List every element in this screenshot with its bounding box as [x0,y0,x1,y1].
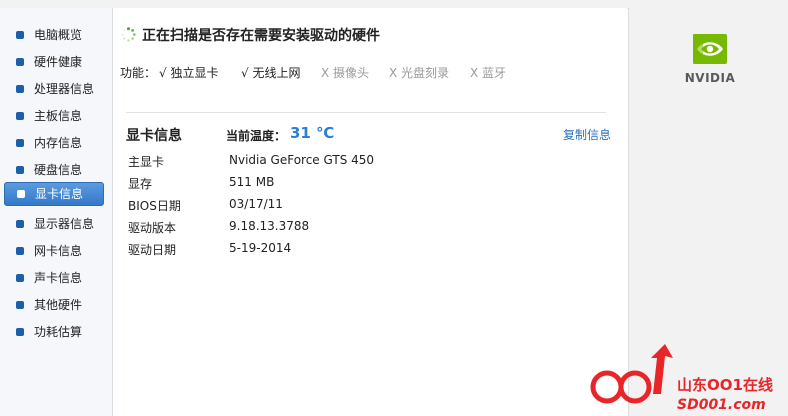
scanning-spinner-icon [121,27,136,42]
sidebar-item-disk[interactable]: 硬盘信息 [4,159,104,181]
sidebar: 电脑概览 硬件健康 处理器信息 主板信息 内存信息 硬盘信息 显卡信息 显示器信… [0,8,113,416]
sidebar-item-label: 内存信息 [34,136,83,150]
sidebar-item-memory[interactable]: 内存信息 [4,132,104,154]
sidebar-item-network[interactable]: 网卡信息 [4,240,104,262]
gpu-row-value: 03/17/11 [229,197,283,211]
gpu-row-value: 5-19-2014 [229,241,292,255]
sd001-watermark-logo: 山东OO1在线 SD001.com [590,344,773,413]
feature-camera: X 摄像头 [321,66,370,80]
sidebar-item-label: 电脑概览 [34,28,83,42]
bullet-icon [16,85,24,93]
watermark-url-text: SD001.com [677,397,766,413]
temperature-value: 31 ℃ [290,124,335,142]
bullet-icon [16,31,24,39]
gpu-row-value: Nvidia GeForce GTS 450 [229,153,375,167]
gpu-row-label: 显存 [128,177,153,191]
nvidia-logo-text: NVIDIA [685,71,736,85]
bullet-icon [16,274,24,282]
sidebar-item-motherboard[interactable]: 主板信息 [4,105,104,127]
gpu-row-label: 驱动版本 [128,221,177,235]
sidebar-item-label: 显示器信息 [34,217,95,231]
bullet-icon [16,166,24,174]
feature-discrete-gpu: √ 独立显卡 [159,66,219,80]
sidebar-item-sound[interactable]: 声卡信息 [4,267,104,289]
gpu-row-value: 9.18.13.3788 [229,219,310,233]
bullet-icon [16,301,24,309]
main-panel: 正在扫描是否存在需要安装驱动的硬件 功能： √ 独立显卡 √ 无线上网 X 摄像… [113,8,627,416]
sidebar-item-overview[interactable]: 电脑概览 [4,24,104,46]
gpu-row-value: 511 MB [229,175,275,189]
sidebar-item-other[interactable]: 其他硬件 [4,294,104,316]
temperature-label: 当前温度： [226,129,287,143]
feature-bluetooth: X 蓝牙 [470,66,507,80]
sidebar-item-label: 其他硬件 [34,298,83,312]
sidebar-item-monitor[interactable]: 显示器信息 [4,213,104,235]
bullet-icon [16,139,24,147]
bullet-icon [16,328,24,336]
scan-status-title: 正在扫描是否存在需要安装驱动的硬件 [142,28,380,44]
sidebar-item-label: 硬件健康 [34,55,83,69]
nvidia-logo-icon: NVIDIA [685,34,736,85]
bullet-icon [16,112,24,120]
gpu-row-label: BIOS日期 [128,199,181,213]
gpu-section-title: 显卡信息 [126,128,182,144]
sidebar-item-gpu[interactable]: 显卡信息 [4,182,104,206]
sidebar-item-label: 声卡信息 [34,271,83,285]
sidebar-item-health[interactable]: 硬件健康 [4,51,104,73]
functions-label: 功能： [120,66,157,80]
bullet-icon [17,190,25,198]
sidebar-item-label: 硬盘信息 [34,163,83,177]
feature-disc-burner: X 光盘刻录 [389,66,450,80]
sidebar-item-cpu[interactable]: 处理器信息 [4,78,104,100]
gpu-row-label: 驱动日期 [128,243,177,257]
bullet-icon [16,220,24,228]
gpu-row-label: 主显卡 [128,155,165,169]
sidebar-item-label: 网卡信息 [34,244,83,258]
watermark-cn-text: 山东OO1在线 [677,376,773,394]
sidebar-item-label: 功耗估算 [34,325,83,339]
bullet-icon [16,58,24,66]
bullet-icon [16,247,24,255]
sidebar-item-power[interactable]: 功耗估算 [4,321,104,343]
sidebar-item-label: 显卡信息 [35,187,84,201]
sidebar-item-label: 主板信息 [34,109,83,123]
feature-wireless: √ 无线上网 [241,66,301,80]
section-divider [126,112,606,113]
copy-info-link[interactable]: 复制信息 [563,126,611,143]
sidebar-item-label: 处理器信息 [34,82,95,96]
